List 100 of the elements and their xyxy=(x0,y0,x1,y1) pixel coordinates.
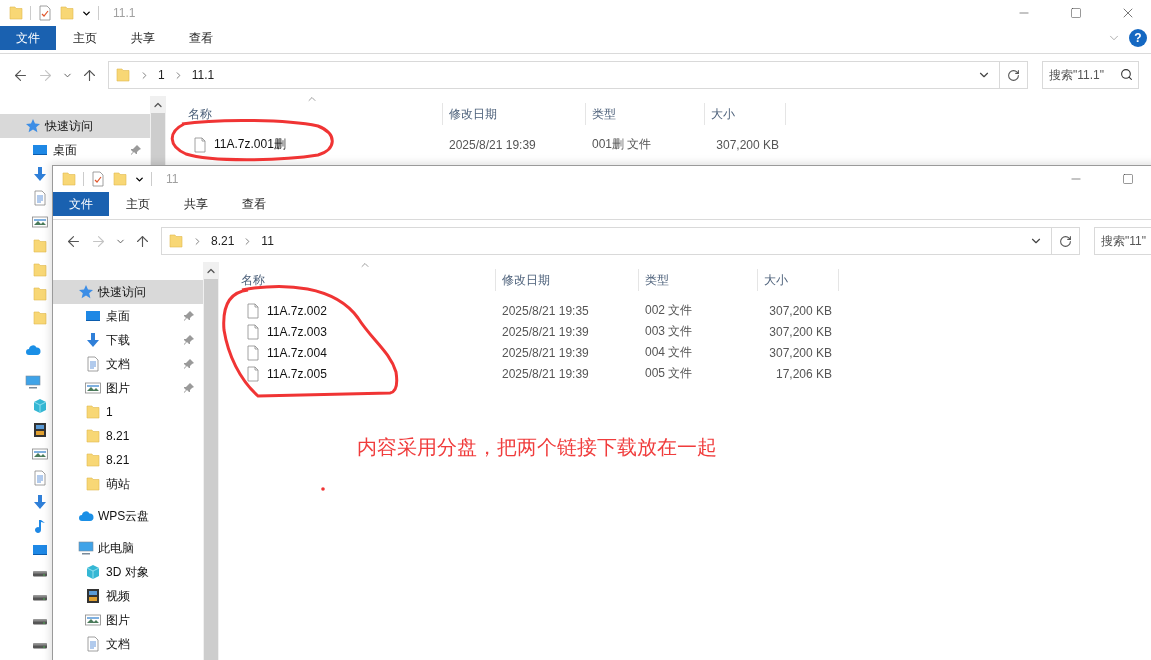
file-icon xyxy=(245,344,261,361)
sidebar-icon-button[interactable] xyxy=(32,422,48,438)
sidebar-item[interactable]: WPS云盘 xyxy=(53,504,203,528)
folder-icon xyxy=(85,404,101,420)
file-icon xyxy=(192,136,208,153)
folder-icon xyxy=(112,171,128,187)
table-cell-text: 2025/8/21 19:35 xyxy=(501,303,590,318)
table-cell-text: 001删 文件 xyxy=(591,136,653,153)
monitor-icon xyxy=(32,542,48,558)
folder-icon xyxy=(168,233,184,249)
ribbon-tab[interactable]: 共享 xyxy=(114,26,172,50)
column-header[interactable]: 大小 xyxy=(758,269,839,291)
refresh-button[interactable] xyxy=(1052,227,1080,255)
drive-icon xyxy=(32,643,48,649)
sidebar-item[interactable]: 桌面 xyxy=(53,304,203,328)
sidebar-item[interactable]: 快速访问 xyxy=(53,280,203,304)
table-cell-text: 2025/8/21 19:39 xyxy=(501,345,590,360)
sidebar-item[interactable]: 图片 xyxy=(53,608,203,632)
cloud-icon xyxy=(78,508,94,524)
column-header[interactable]: 大小 xyxy=(705,103,786,125)
sidebar-item[interactable]: 快速访问 xyxy=(0,114,150,138)
sidebar-icon-button[interactable] xyxy=(32,542,48,558)
pin-icon[interactable] xyxy=(183,358,195,370)
table-cell-text: 307,200 KB xyxy=(715,137,780,152)
file-name[interactable]: 11A.7z.004 xyxy=(267,345,327,360)
pin-icon[interactable] xyxy=(183,334,195,346)
maximize-icon[interactable] xyxy=(1122,173,1134,185)
annotation-text: 内容采用分盘，把两个链接下载放在一起 xyxy=(357,435,717,460)
scroll-thumb[interactable] xyxy=(204,279,218,660)
down-arrow-icon xyxy=(32,494,48,510)
sidebar-item[interactable]: 桌面 xyxy=(0,138,150,162)
folder-icon xyxy=(61,171,77,187)
sidebar-item[interactable]: 文档 xyxy=(53,352,203,376)
breadcrumb[interactable]: 8.21 xyxy=(211,234,235,248)
folder-icon xyxy=(85,452,101,468)
scrollbar[interactable] xyxy=(150,96,166,165)
column-header[interactable]: 名称 xyxy=(235,269,496,291)
sidebar-item[interactable]: 此电脑 xyxy=(53,536,203,560)
breadcrumb[interactable]: 11.1 xyxy=(191,68,215,82)
folder-icon xyxy=(85,476,101,492)
file-name[interactable]: 11A.7z.002 xyxy=(267,303,327,318)
sidebar-item[interactable]: 萌站 xyxy=(53,472,203,496)
table-cell-text: 307,200 KB xyxy=(768,345,833,360)
sidebar-item[interactable]: 图片 xyxy=(53,376,203,400)
search-field[interactable]: 搜索"11.1" xyxy=(1042,61,1139,89)
column-header[interactable]: 修改日期 xyxy=(496,269,639,291)
breadcrumb[interactable]: 11 xyxy=(261,234,274,248)
address-bar[interactable]: 1 11.1 xyxy=(108,61,1000,89)
window-title: 11.1 xyxy=(113,6,137,20)
pin-icon[interactable] xyxy=(183,382,195,394)
search-icon xyxy=(1120,68,1133,81)
table-cell-text: 2025/8/21 19:39 xyxy=(501,366,590,381)
column-header[interactable]: 名称 xyxy=(182,103,443,125)
table-cell-text: 17,206 KB xyxy=(774,366,833,381)
table-cell-text: 002 文件 xyxy=(644,302,694,319)
file-icon xyxy=(245,323,261,340)
help-button[interactable]: ? xyxy=(1129,29,1147,47)
breadcrumb[interactable]: 1 xyxy=(158,68,165,82)
address-bar[interactable]: 8.21 11 xyxy=(161,227,1052,255)
file-name[interactable]: 11A.7z.005 xyxy=(267,366,327,381)
file-name[interactable]: 11A.7z.001删 xyxy=(214,136,286,153)
scrollbar[interactable] xyxy=(203,262,219,660)
refresh-icon xyxy=(1007,68,1020,82)
cloud-icon xyxy=(25,342,41,358)
image-icon xyxy=(32,446,48,462)
column-header[interactable]: 修改日期 xyxy=(443,103,586,125)
scroll-thumb[interactable] xyxy=(151,113,165,165)
sidebar-item[interactable]: 1 xyxy=(53,400,203,424)
pin-icon[interactable] xyxy=(183,310,195,322)
folder-icon xyxy=(85,428,101,444)
ribbon-tab[interactable]: 查看 xyxy=(225,192,283,216)
search-field[interactable]: 搜索"11" xyxy=(1094,227,1151,255)
monitor-icon xyxy=(32,142,48,158)
column-header[interactable]: 类型 xyxy=(586,103,705,125)
file-tab[interactable]: 文件 xyxy=(0,26,56,50)
sidebar-item[interactable]: 3D 对象 xyxy=(53,560,203,584)
star-icon xyxy=(78,284,94,300)
ribbon-tab[interactable]: 查看 xyxy=(172,26,230,50)
column-header[interactable]: 类型 xyxy=(639,269,758,291)
window-title: 11 xyxy=(166,172,180,186)
sidebar-item[interactable]: 8.21 xyxy=(53,448,203,472)
monitor-icon xyxy=(85,308,101,324)
sidebar-item[interactable]: 视频 xyxy=(53,584,203,608)
folder-icon xyxy=(32,262,48,278)
star-icon xyxy=(25,118,41,134)
drive-icon xyxy=(32,619,48,625)
table-cell-text: 004 文件 xyxy=(644,344,694,361)
sidebar-item[interactable]: 8.21 xyxy=(53,424,203,448)
refresh-button[interactable] xyxy=(1000,61,1028,89)
ribbon-tab[interactable]: 共享 xyxy=(167,192,225,216)
pin-icon[interactable] xyxy=(130,144,142,156)
maximize-icon[interactable] xyxy=(1070,7,1082,19)
file-name[interactable]: 11A.7z.003 xyxy=(267,324,327,339)
sidebar-item[interactable]: 文档 xyxy=(53,632,203,656)
ribbon-tab[interactable]: 主页 xyxy=(56,26,114,50)
ribbon-tab[interactable]: 主页 xyxy=(109,192,167,216)
image-icon xyxy=(85,612,101,628)
document-icon xyxy=(85,636,101,652)
file-tab[interactable]: 文件 xyxy=(53,192,109,216)
sidebar-item[interactable]: 下载 xyxy=(53,328,203,352)
